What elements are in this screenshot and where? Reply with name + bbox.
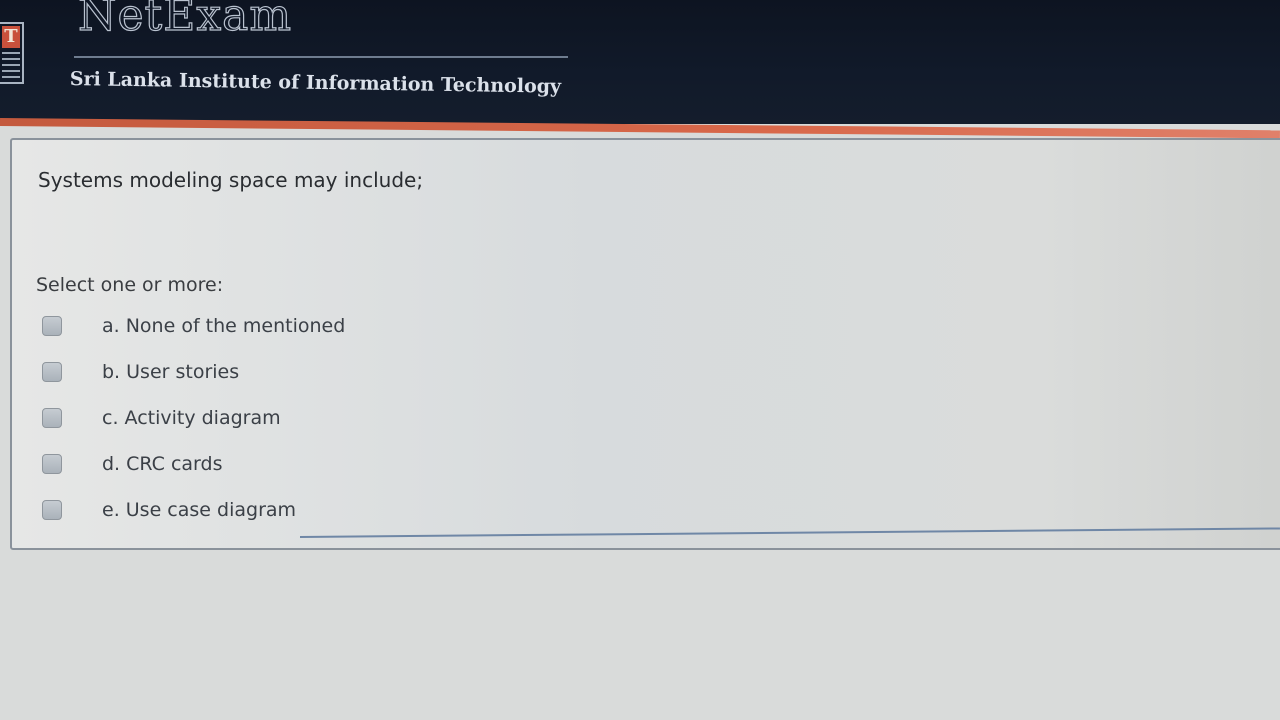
option-c-checkbox[interactable]: [42, 408, 62, 428]
option-e-checkbox[interactable]: [42, 500, 62, 520]
option-e-label[interactable]: e. Use case diagram: [102, 499, 296, 521]
question-text: Systems modeling space may include;: [38, 168, 424, 192]
option-a-label[interactable]: a. None of the mentioned: [102, 315, 345, 337]
option-d-checkbox[interactable]: [42, 454, 62, 474]
option-d-label[interactable]: d. CRC cards: [102, 453, 223, 475]
option-b[interactable]: b. User stories: [42, 359, 239, 385]
brand-title: NetExam: [77, 0, 293, 42]
site-header: T NetExam Sri Lanka Institute of Informa…: [0, 0, 1280, 124]
option-a[interactable]: a. None of the mentioned: [42, 313, 345, 339]
answer-prompt: Select one or more:: [36, 274, 224, 296]
question-panel: [10, 138, 1280, 550]
option-e[interactable]: e. Use case diagram: [42, 497, 296, 523]
sliit-logo-icon: T: [0, 22, 24, 84]
option-c-label[interactable]: c. Activity diagram: [102, 407, 281, 429]
option-b-checkbox[interactable]: [42, 362, 62, 382]
option-a-checkbox[interactable]: [42, 316, 62, 336]
option-c[interactable]: c. Activity diagram: [42, 405, 281, 431]
brand-divider: [74, 56, 568, 58]
option-b-label[interactable]: b. User stories: [102, 361, 239, 383]
institute-name: Sri Lanka Institute of Information Techn…: [69, 68, 562, 98]
option-d[interactable]: d. CRC cards: [42, 451, 223, 477]
